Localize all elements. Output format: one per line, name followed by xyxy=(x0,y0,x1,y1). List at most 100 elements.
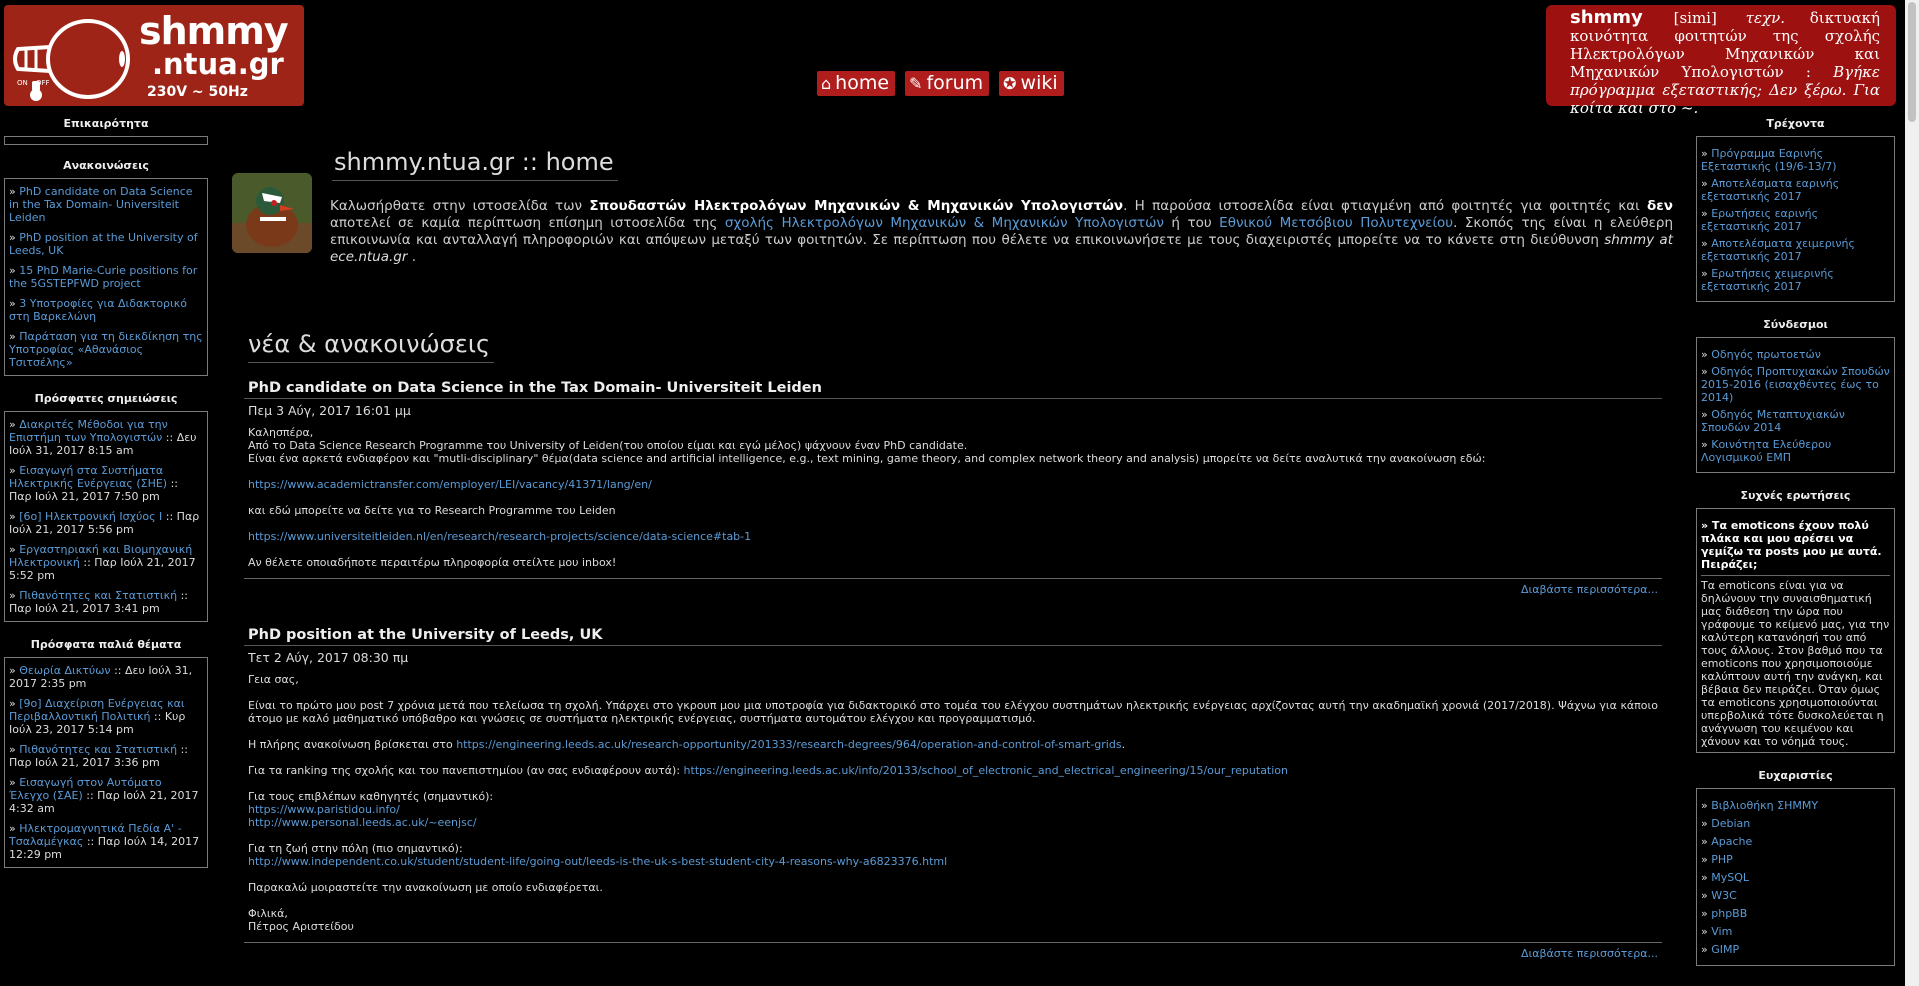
faq-box: » Τα emoticons έχουν πολύ πλάκα και μου … xyxy=(1696,508,1895,753)
announcement-link[interactable]: PhD candidate on Data Science in the Tax… xyxy=(9,185,193,224)
announcement-link[interactable]: PhD position at the University of Leeds,… xyxy=(9,231,198,257)
thanks-link[interactable]: PHP xyxy=(1711,853,1733,866)
current-link[interactable]: Αποτελέσματα χειμερινής εξεταστικής 2017 xyxy=(1701,237,1855,263)
post-body: Καλησπέρα, Από το Data Science Research … xyxy=(244,418,1662,569)
read-more-link[interactable]: Διαβάστε περισσότερα... xyxy=(1521,583,1658,596)
list-item: » [9ο] Διαχείριση Ενέργειας και Περιβαλλ… xyxy=(9,697,186,736)
thanks-link[interactable]: GIMP xyxy=(1711,943,1739,956)
news-heading: νέα & ανακοινώσεις xyxy=(248,330,495,363)
note-link[interactable]: Πιθανότητες και Στατιστική xyxy=(19,589,177,602)
announcements-heading: Ανακοινώσεις xyxy=(63,159,149,172)
list-item: » Διακριτές Μέθοδοι για την Επιστήμη των… xyxy=(9,418,197,457)
notes-heading: Πρόσφατες σημειώσεις xyxy=(34,392,178,405)
wiki-icon: ✪ xyxy=(1003,74,1017,93)
nav-home-label: home xyxy=(835,72,890,94)
announcement-link[interactable]: 15 PhD Marie-Curie positions for the 5GS… xyxy=(9,264,197,290)
list-item: » W3C xyxy=(1701,889,1737,902)
post-text: Για τη ζωή στην πόλη (πιο σημαντικό): xyxy=(248,842,463,855)
list-item: » Vim xyxy=(1701,925,1733,938)
thanks-link[interactable]: W3C xyxy=(1711,889,1737,902)
old-topic-link[interactable]: Πιθανότητες και Στατιστική xyxy=(19,743,177,756)
site-logo[interactable]: ON OFF shmmy .ntua.gr 230V ~ 50Hz xyxy=(4,5,304,106)
nav-wiki-button[interactable]: ✪ wiki xyxy=(999,71,1064,96)
guide-link[interactable]: Οδηγός πρωτοετών xyxy=(1711,348,1821,361)
thanks-link[interactable]: Apache xyxy=(1711,835,1752,848)
post-text: Παρακαλώ μοιραστείτε την ανακοίνωση με ο… xyxy=(248,881,603,894)
thanks-link[interactable]: Βιβλιοθήκη ΣΗΜΜΥ xyxy=(1711,799,1818,812)
note-link[interactable]: [6ο] Ηλεκτρονική Ισχύος Ι xyxy=(19,510,162,523)
post-text: και εδώ μπορείτε να δείτε για το Researc… xyxy=(248,504,616,517)
post-link[interactable]: https://engineering.leeds.ac.uk/info/201… xyxy=(684,764,1288,777)
thanks-link[interactable]: MySQL xyxy=(1711,871,1749,884)
old-topic-link[interactable]: Θεωρία Δικτύων xyxy=(19,664,110,677)
post-link[interactable]: https://engineering.leeds.ac.uk/research… xyxy=(456,738,1121,751)
list-item: » Ηλεκτρομαγνητικά Πεδία Α' - Τσαλαμέγκα… xyxy=(9,822,200,861)
list-item: » PHP xyxy=(1701,853,1733,866)
note-link[interactable]: Διακριτές Μέθοδοι για την Επιστήμη των Υ… xyxy=(9,418,168,444)
list-item: » PhD candidate on Data Science in the T… xyxy=(9,185,193,224)
announcement-link[interactable]: 3 Υποτροφίες για Διδακτορικό στη Βαρκελώ… xyxy=(9,297,187,323)
guide-link[interactable]: Κοινότητα Ελεύθερου Λογισμικού ΕΜΠ xyxy=(1701,438,1831,464)
list-item: » Θεωρία Δικτύων :: Δευ Ιούλ 31, 2017 2:… xyxy=(9,664,193,690)
ntua-link[interactable]: Εθνικού Μετσόβιου Πολυτεχνείου xyxy=(1219,215,1453,231)
current-link[interactable]: Ερωτήσεις εαρινής εξεταστικής 2017 xyxy=(1701,207,1818,233)
read-more-row: Διαβάστε περισσότερα... xyxy=(244,942,1662,960)
announcements-box: » PhD candidate on Data Science in the T… xyxy=(4,178,208,376)
thanks-link[interactable]: Debian xyxy=(1711,817,1750,830)
list-item: » Πρόγραμμα Εαρινής Εξεταστικής (19/6-13… xyxy=(1701,147,1837,173)
thanks-link[interactable]: Vim xyxy=(1711,925,1732,938)
list-item: » Debian xyxy=(1701,817,1751,830)
list-item: » Οδηγός πρωτοετών xyxy=(1701,348,1821,361)
switch-off-label: OFF xyxy=(36,79,50,87)
faq-question: » Τα emoticons έχουν πολύ πλάκα και μου … xyxy=(1701,519,1882,571)
post-link[interactable]: https://www.paristidou.info/ xyxy=(248,803,400,816)
list-item: » Πιθανότητες και Στατιστική :: Παρ Ιούλ… xyxy=(9,743,189,769)
post-text: Καλησπέρα, xyxy=(248,426,314,439)
school-link[interactable]: σχολής Ηλεκτρολόγων Μηχανικών & Μηχανικώ… xyxy=(725,215,1164,231)
note-link[interactable]: Εισαγωγή στα Συστήματα Ηλεκτρικής Ενέργε… xyxy=(9,464,167,490)
announcement-link[interactable]: Παράταση για τη διεκδίκηση της Υποτροφία… xyxy=(9,330,203,369)
home-icon: ⌂ xyxy=(821,74,832,93)
nav-forum-label: forum xyxy=(926,72,984,94)
list-item: » Εισαγωγή στα Συστήματα Ηλεκτρικής Ενέρ… xyxy=(9,464,179,503)
news-post: PhD candidate on Data Science in the Tax… xyxy=(244,380,1662,596)
post-body: Γεια σας, Είναι το πρώτο μου post 7 χρόν… xyxy=(244,665,1662,933)
forum-icon: ✎ xyxy=(909,74,923,93)
post-link[interactable]: http://www.personal.leeds.ac.uk/~eenjsc/ xyxy=(248,816,477,829)
guide-link[interactable]: Οδηγός Μεταπτυχιακών Σπουδών 2014 xyxy=(1701,408,1845,434)
definition-phonetic: [simi] xyxy=(1673,9,1717,27)
thanks-link[interactable]: phpBB xyxy=(1711,907,1747,920)
guide-link[interactable]: Οδηγός Προπτυχιακών Σπουδών 2015-2016 (ε… xyxy=(1701,365,1890,404)
post-title[interactable]: PhD candidate on Data Science in the Tax… xyxy=(244,380,1662,399)
logo-subtitle: .ntua.gr xyxy=(152,47,284,81)
list-item: » GIMP xyxy=(1701,943,1740,956)
welcome-text-2: . Η παρούσα ιστοσελίδα είναι φτιαγμένη α… xyxy=(1123,198,1648,214)
nav-forum-button[interactable]: ✎ forum xyxy=(905,71,990,96)
scrollbar-thumb[interactable] xyxy=(1908,2,1916,122)
current-link[interactable]: Ερωτήσεις χειμερινής εξεταστικής 2017 xyxy=(1701,267,1834,293)
list-item: » MySQL xyxy=(1701,871,1750,884)
old-topics-heading: Πρόσφατα παλιά θέματα xyxy=(30,638,182,651)
list-item: » phpBB xyxy=(1701,907,1748,920)
page-scrollbar[interactable] xyxy=(1905,0,1919,986)
post-link[interactable]: https://www.universiteitleiden.nl/en/res… xyxy=(248,530,751,543)
nav-home-button[interactable]: ⌂ home xyxy=(817,71,896,96)
post-text: Η πλήρης ανακοίνωση βρίσκεται στο xyxy=(248,738,457,751)
thanks-box: » Βιβλιοθήκη ΣΗΜΜΥ » Debian » Apache » P… xyxy=(1696,788,1895,966)
post-link[interactable]: http://www.independent.co.uk/student/stu… xyxy=(248,855,947,868)
post-link[interactable]: https://www.academictransfer.com/employe… xyxy=(248,478,652,491)
current-link[interactable]: Πρόγραμμα Εαρινής Εξεταστικής (19/6-13/7… xyxy=(1701,147,1837,173)
read-more-link[interactable]: Διαβάστε περισσότερα... xyxy=(1521,947,1658,960)
current-box: » Πρόγραμμα Εαρινής Εξεταστικής (19/6-13… xyxy=(1696,136,1895,302)
lightbulb-icon xyxy=(13,19,130,101)
definition-box: shmmy [simi] τεχν. δικτυακή κοινότητα φο… xyxy=(1546,5,1896,117)
current-link[interactable]: Αποτελέσματα εαρινής εξεταστικής 2017 xyxy=(1701,177,1839,203)
post-title[interactable]: PhD position at the University of Leeds,… xyxy=(244,627,1662,646)
post-text: Είναι το πρώτο μου post 7 χρόνια μετά πο… xyxy=(248,699,1658,725)
welcome-text-1: Καλωσήρθατε στην ιστοσελίδα των xyxy=(330,198,590,214)
welcome-text-6: . xyxy=(407,249,417,265)
list-item: » Apache xyxy=(1701,835,1753,848)
list-item: » Ερωτήσεις εαρινής εξεταστικής 2017 xyxy=(1701,207,1819,233)
list-item: » Πιθανότητες και Στατιστική :: Παρ Ιούλ… xyxy=(9,589,189,615)
welcome-bold-1: Σπουδαστών Ηλεκτρολόγων Μηχανικών & Μηχα… xyxy=(589,198,1124,214)
